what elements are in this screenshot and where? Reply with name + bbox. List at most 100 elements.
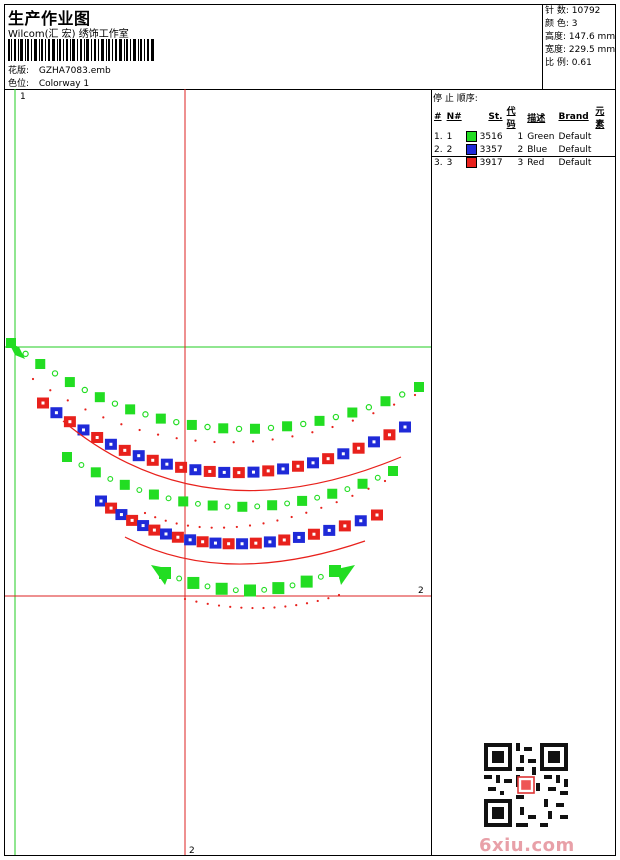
- band-dot: [165, 462, 169, 466]
- red-tick-mark: [316, 599, 319, 603]
- band-dot: [151, 458, 155, 462]
- green-ring-motif: [22, 350, 29, 358]
- green-ring-motif: [317, 573, 324, 580]
- red-tick-mark: [206, 602, 209, 605]
- green-square-motif: [249, 423, 260, 434]
- col-element: 元素: [595, 107, 605, 130]
- embroidery-design: 1 2 2: [5, 89, 431, 855]
- green-square-motif: [237, 501, 248, 512]
- band-dot: [240, 542, 244, 546]
- green-square-motif: [148, 489, 159, 500]
- red-tick-mark: [335, 501, 338, 504]
- band-dot: [341, 452, 345, 456]
- green-guide-label: 1: [20, 92, 26, 102]
- red-tick-mark: [251, 440, 255, 443]
- red-tick-mark: [320, 506, 323, 509]
- red-tick-mark: [138, 428, 141, 432]
- design-stats-panel: 针 数: 10792 颜 色: 3 高度: 147.6 mm 宽度: 229.5…: [542, 5, 616, 90]
- green-square-motif: [64, 377, 75, 388]
- col-st: St.: [488, 112, 503, 122]
- green-square-motif: [267, 500, 278, 511]
- table-row: 3. 3 3917 3 Red Default: [434, 157, 592, 168]
- band-dot: [387, 433, 391, 437]
- color-swatch-blue: [465, 144, 477, 155]
- band-dot: [297, 535, 301, 539]
- stop-sequence-table: # N# St. 代码 描述 Brand 元素 1. 1 3516 1 Gree…: [432, 104, 614, 169]
- band-dot: [109, 506, 113, 510]
- band-dot: [109, 442, 113, 446]
- qr-code-image: [484, 743, 568, 827]
- table-row: 2. 2 3357 2 Blue Default: [434, 144, 592, 155]
- red-tick-mark: [229, 605, 232, 608]
- green-square-motif: [357, 478, 368, 489]
- green-ring-motif: [173, 418, 180, 426]
- band-dot: [141, 524, 145, 528]
- band-dot: [208, 469, 212, 473]
- green-ring-motif: [289, 582, 296, 589]
- green-ring-motif: [204, 423, 211, 431]
- red-tick-mark: [291, 435, 294, 438]
- red-tick-mark: [217, 604, 221, 607]
- green-square-motif: [215, 582, 228, 595]
- band-dot: [266, 469, 270, 473]
- red-tick-mark: [290, 515, 293, 519]
- red-tick-mark: [143, 511, 147, 515]
- band-dot: [326, 457, 330, 461]
- green-ring-motif: [232, 587, 239, 594]
- green-ring-motif: [284, 500, 291, 507]
- barcode-image: [8, 39, 154, 61]
- red-tick-mark: [351, 419, 354, 422]
- red-tick-mark: [413, 393, 417, 397]
- green-square-motif: [414, 382, 424, 392]
- green-ring-motif: [194, 500, 201, 507]
- green-ring-motif: [78, 462, 85, 468]
- red-tick-mark: [186, 524, 190, 527]
- band-dot: [123, 448, 127, 452]
- green-square-motif: [218, 423, 229, 434]
- green-square-motif: [186, 419, 197, 430]
- red-tick-mark: [66, 399, 69, 402]
- red-tick-mark: [367, 487, 370, 490]
- red-tick-mark: [271, 438, 274, 441]
- color-swatch-green: [465, 131, 477, 142]
- band-dot: [137, 454, 141, 458]
- red-tick-mark: [305, 602, 309, 605]
- green-ring-motif: [142, 411, 149, 418]
- green-square-motif: [207, 500, 218, 511]
- stop-table-header: # N# St. 代码 描述 Brand 元素: [432, 104, 614, 130]
- band-dot: [327, 528, 331, 532]
- red-tick-mark: [213, 440, 216, 444]
- band-dot: [312, 532, 316, 536]
- embroidery-preview-canvas: 1 2 2: [5, 89, 432, 855]
- stat-stitches: 针 数: 10792: [545, 6, 601, 16]
- green-square-motif: [380, 396, 391, 407]
- green-square-motif: [272, 582, 285, 595]
- red-tick-mark: [392, 403, 396, 406]
- red-tick-mark: [31, 377, 35, 381]
- red-tick-mark: [273, 606, 276, 609]
- red-tick-mark: [305, 511, 308, 514]
- green-square-motif: [347, 407, 358, 418]
- band-dot: [130, 518, 134, 522]
- red-tick-mark: [194, 439, 197, 442]
- red-tick-mark: [222, 526, 226, 529]
- colorway-value: Colorway 1: [38, 79, 90, 89]
- col-code: 代码: [506, 107, 516, 130]
- table-row: 1. 1 3516 1 Green Default: [434, 131, 592, 142]
- stat-height: 高度: 147.6 mm: [545, 32, 616, 42]
- green-ring-motif: [300, 420, 307, 428]
- green-square-motif: [62, 452, 72, 462]
- red-tick-mark: [311, 431, 314, 434]
- red-tick-mark: [102, 416, 105, 419]
- red-tick-mark: [276, 519, 279, 522]
- red-tick-mark: [84, 408, 87, 411]
- green-ring-motif: [111, 400, 119, 407]
- band-dot: [193, 468, 197, 472]
- stitch-motifs: [6, 338, 424, 610]
- red-tick-mark: [164, 519, 167, 522]
- stat-scale: 比 例: 0.61: [545, 58, 592, 68]
- green-square-motif: [282, 421, 293, 432]
- green-square-motif: [314, 415, 325, 426]
- colorway-label: 色位:: [8, 79, 30, 89]
- band-dot: [375, 513, 379, 517]
